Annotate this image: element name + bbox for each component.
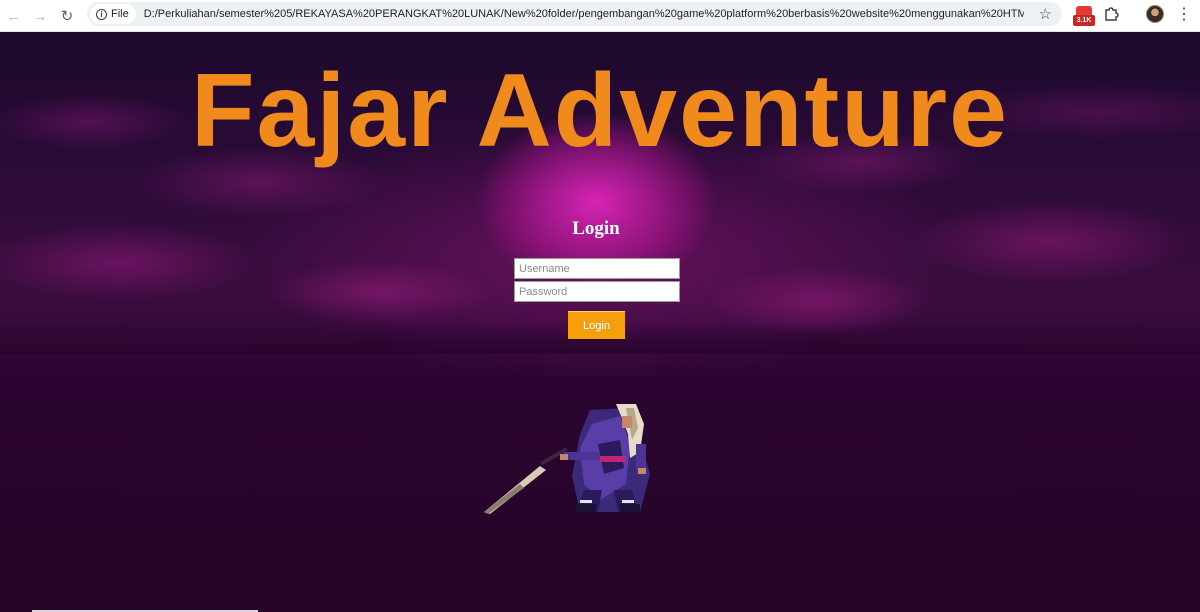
back-icon[interactable]: ←	[0, 2, 28, 30]
character-sprite	[484, 404, 650, 514]
url-text[interactable]: D:/Perkuliahan/semester%205/REKAYASA%20P…	[144, 8, 1024, 20]
login-heading: Login	[572, 218, 620, 239]
site-info-chip[interactable]: i File	[90, 4, 136, 24]
address-bar[interactable]: i File D:/Perkuliahan/semester%205/REKAY…	[87, 2, 1062, 26]
avatar[interactable]	[1146, 5, 1164, 23]
browser-toolbar: ← → ↻ i File D:/Perkuliahan/semester%205…	[0, 0, 1200, 32]
login-button[interactable]: Login	[568, 311, 625, 339]
game-page: Fajar Adventure Login Login	[0, 32, 1200, 612]
site-chip-label: File	[111, 8, 129, 20]
star-icon[interactable]: ☆	[1039, 5, 1052, 23]
username-input[interactable]	[514, 258, 680, 279]
puzzle-icon[interactable]	[1103, 6, 1121, 24]
forward-icon[interactable]: →	[26, 2, 54, 30]
extension-icon[interactable]: 3.1K	[1073, 6, 1095, 26]
game-title: Fajar Adventure	[191, 53, 1009, 169]
menu-icon[interactable]: ⋮	[1176, 4, 1192, 24]
extension-badge-count: 3.1K	[1073, 15, 1095, 26]
info-icon: i	[96, 8, 107, 20]
reload-icon[interactable]: ↻	[53, 2, 81, 30]
password-input[interactable]	[514, 281, 680, 302]
